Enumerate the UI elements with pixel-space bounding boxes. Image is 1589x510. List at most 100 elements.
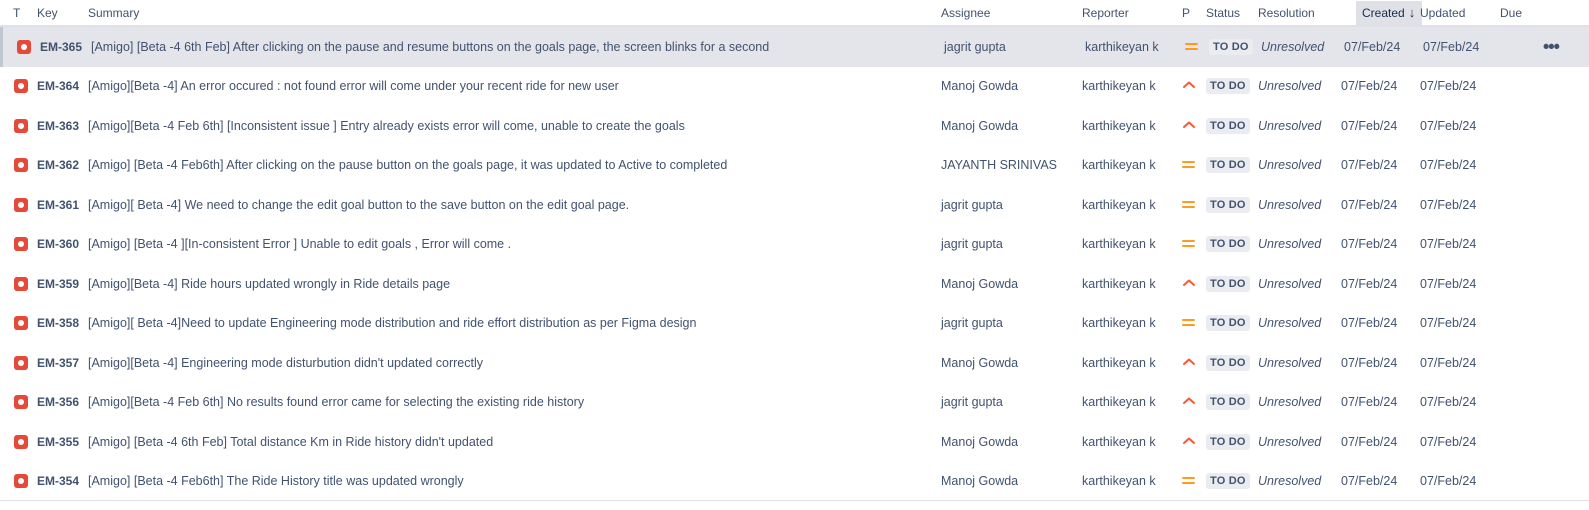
table-bottom-border (0, 500, 1589, 501)
bug-icon (17, 39, 31, 54)
reporter: karthikeyan k (1082, 276, 1156, 291)
more-actions-icon[interactable]: ••• (1543, 36, 1560, 57)
updated-date: 07/Feb/24 (1420, 474, 1477, 489)
reporter: karthikeyan k (1082, 197, 1156, 212)
column-header-type[interactable]: T (13, 6, 20, 20)
assignee: Manoj Gowda (941, 355, 1019, 370)
resolution: Unresolved (1258, 474, 1322, 489)
issue-key-link[interactable]: EM-362 (37, 158, 79, 172)
status-badge: TO DO (1209, 38, 1253, 55)
issue-summary-link[interactable]: [Amigo] [Beta -4 ][In-consistent Error ]… (88, 237, 511, 251)
created-date: 07/Feb/24 (1341, 197, 1398, 212)
resolution: Unresolved (1261, 39, 1325, 54)
issue-key-link[interactable]: EM-363 (37, 119, 79, 133)
status-badge: TO DO (1206, 196, 1250, 213)
column-header-priority[interactable]: P (1182, 6, 1190, 20)
resolution: Unresolved (1258, 158, 1322, 173)
issue-key-link[interactable]: EM-360 (37, 237, 79, 251)
issue-summary-link[interactable]: [Amigo][Beta -4 Feb 6th] No results foun… (88, 395, 584, 409)
assignee: JAYANTH SRINIVAS (941, 158, 1057, 173)
sort-descending-icon: ↓ (1408, 5, 1416, 20)
table-row[interactable]: EM-355 [Amigo] [Beta -4 6th Feb] Total d… (0, 422, 1589, 462)
reporter: karthikeyan k (1082, 79, 1156, 94)
issue-summary-link[interactable]: [Amigo] [Beta -4 6th Feb] Total distance… (88, 435, 493, 449)
issue-key-link[interactable]: EM-361 (37, 198, 79, 212)
created-date: 07/Feb/24 (1341, 434, 1398, 449)
column-header-created[interactable]: Created ↓ (1356, 1, 1422, 25)
issue-summary-link[interactable]: [Amigo] [Beta -4 6th Feb] After clicking… (91, 40, 769, 54)
updated-date: 07/Feb/24 (1420, 316, 1477, 331)
priority-high-icon (1182, 357, 1198, 369)
column-header-key[interactable]: Key (37, 6, 58, 20)
column-header-resolution[interactable]: Resolution (1258, 6, 1315, 20)
table-row[interactable]: EM-359 [Amigo][Beta -4] Ride hours updat… (0, 264, 1589, 304)
issue-key-link[interactable]: EM-365 (40, 40, 82, 54)
status-badge: TO DO (1206, 394, 1250, 411)
created-date: 07/Feb/24 (1341, 237, 1398, 252)
issue-summary-link[interactable]: [Amigo][Beta -4 Feb 6th] [Inconsistent i… (88, 119, 685, 133)
bug-icon (14, 316, 28, 331)
status-badge: TO DO (1206, 354, 1250, 371)
table-row[interactable]: EM-365 [Amigo] [Beta -4 6th Feb] After c… (0, 27, 1589, 67)
assignee: jagrit gupta (941, 237, 1003, 252)
resolution: Unresolved (1258, 434, 1322, 449)
reporter: karthikeyan k (1082, 434, 1156, 449)
column-header-summary[interactable]: Summary (88, 6, 139, 20)
table-row[interactable]: EM-358 [Amigo][ Beta -4]Need to update E… (0, 304, 1589, 344)
priority-high-icon (1182, 278, 1198, 290)
issue-summary-link[interactable]: [Amigo][Beta -4] Ride hours updated wron… (88, 277, 450, 291)
issue-summary-link[interactable]: [Amigo] [Beta -4 Feb6th] After clicking … (88, 158, 727, 172)
table-row[interactable]: EM-362 [Amigo] [Beta -4 Feb6th] After cl… (0, 146, 1589, 186)
reporter: karthikeyan k (1085, 39, 1159, 54)
resolution: Unresolved (1258, 316, 1322, 331)
status-badge: TO DO (1206, 117, 1250, 134)
column-header-status[interactable]: Status (1206, 6, 1240, 20)
assignee: Manoj Gowda (941, 474, 1019, 489)
issue-key-link[interactable]: EM-357 (37, 356, 79, 370)
table-row[interactable]: EM-363 [Amigo][Beta -4 Feb 6th] [Inconsi… (0, 106, 1589, 146)
priority-medium-icon (1182, 238, 1198, 250)
created-date: 07/Feb/24 (1341, 118, 1398, 133)
bug-icon (14, 79, 28, 94)
issue-summary-link[interactable]: [Amigo][ Beta -4] We need to change the … (88, 198, 629, 212)
issue-key-link[interactable]: EM-354 (37, 474, 79, 488)
priority-medium-icon (1182, 317, 1198, 329)
issue-key-link[interactable]: EM-358 (37, 316, 79, 330)
created-date: 07/Feb/24 (1341, 79, 1398, 94)
resolution: Unresolved (1258, 237, 1322, 252)
priority-high-icon (1182, 120, 1198, 132)
issue-key-link[interactable]: EM-356 (37, 395, 79, 409)
reporter: karthikeyan k (1082, 316, 1156, 331)
resolution: Unresolved (1258, 197, 1322, 212)
table-row[interactable]: EM-356 [Amigo][Beta -4 Feb 6th] No resul… (0, 383, 1589, 423)
column-header-due[interactable]: Due (1500, 6, 1522, 20)
assignee: jagrit gupta (941, 395, 1003, 410)
updated-date: 07/Feb/24 (1420, 395, 1477, 410)
resolution: Unresolved (1258, 276, 1322, 291)
issue-key-link[interactable]: EM-355 (37, 435, 79, 449)
issue-summary-link[interactable]: [Amigo][Beta -4] Engineering mode distur… (88, 356, 483, 370)
issue-summary-link[interactable]: [Amigo][ Beta -4]Need to update Engineer… (88, 316, 696, 330)
table-row[interactable]: EM-360 [Amigo] [Beta -4 ][In-consistent … (0, 225, 1589, 265)
bug-icon (14, 474, 28, 489)
issue-key-link[interactable]: EM-359 (37, 277, 79, 291)
column-header-assignee[interactable]: Assignee (941, 6, 990, 20)
issue-key-link[interactable]: EM-364 (37, 79, 79, 93)
resolution: Unresolved (1258, 355, 1322, 370)
priority-medium-icon (1182, 159, 1198, 171)
issue-summary-link[interactable]: [Amigo][Beta -4] An error occured : not … (88, 79, 619, 93)
table-row[interactable]: EM-357 [Amigo][Beta -4] Engineering mode… (0, 343, 1589, 383)
column-header-updated[interactable]: Updated (1420, 6, 1465, 20)
reporter: karthikeyan k (1082, 237, 1156, 252)
table-row[interactable]: EM-361 [Amigo][ Beta -4] We need to chan… (0, 185, 1589, 225)
column-header-reporter[interactable]: Reporter (1082, 6, 1129, 20)
bug-icon (14, 355, 28, 370)
priority-medium-icon (1182, 199, 1198, 211)
table-row[interactable]: EM-354 [Amigo] [Beta -4 Feb6th] The Ride… (0, 462, 1589, 502)
issue-summary-link[interactable]: [Amigo] [Beta -4 Feb6th] The Ride Histor… (88, 474, 464, 488)
bug-icon (14, 158, 28, 173)
table-row[interactable]: EM-364 [Amigo][Beta -4] An error occured… (0, 67, 1589, 107)
updated-date: 07/Feb/24 (1420, 197, 1477, 212)
reporter: karthikeyan k (1082, 355, 1156, 370)
bug-icon (14, 276, 28, 291)
